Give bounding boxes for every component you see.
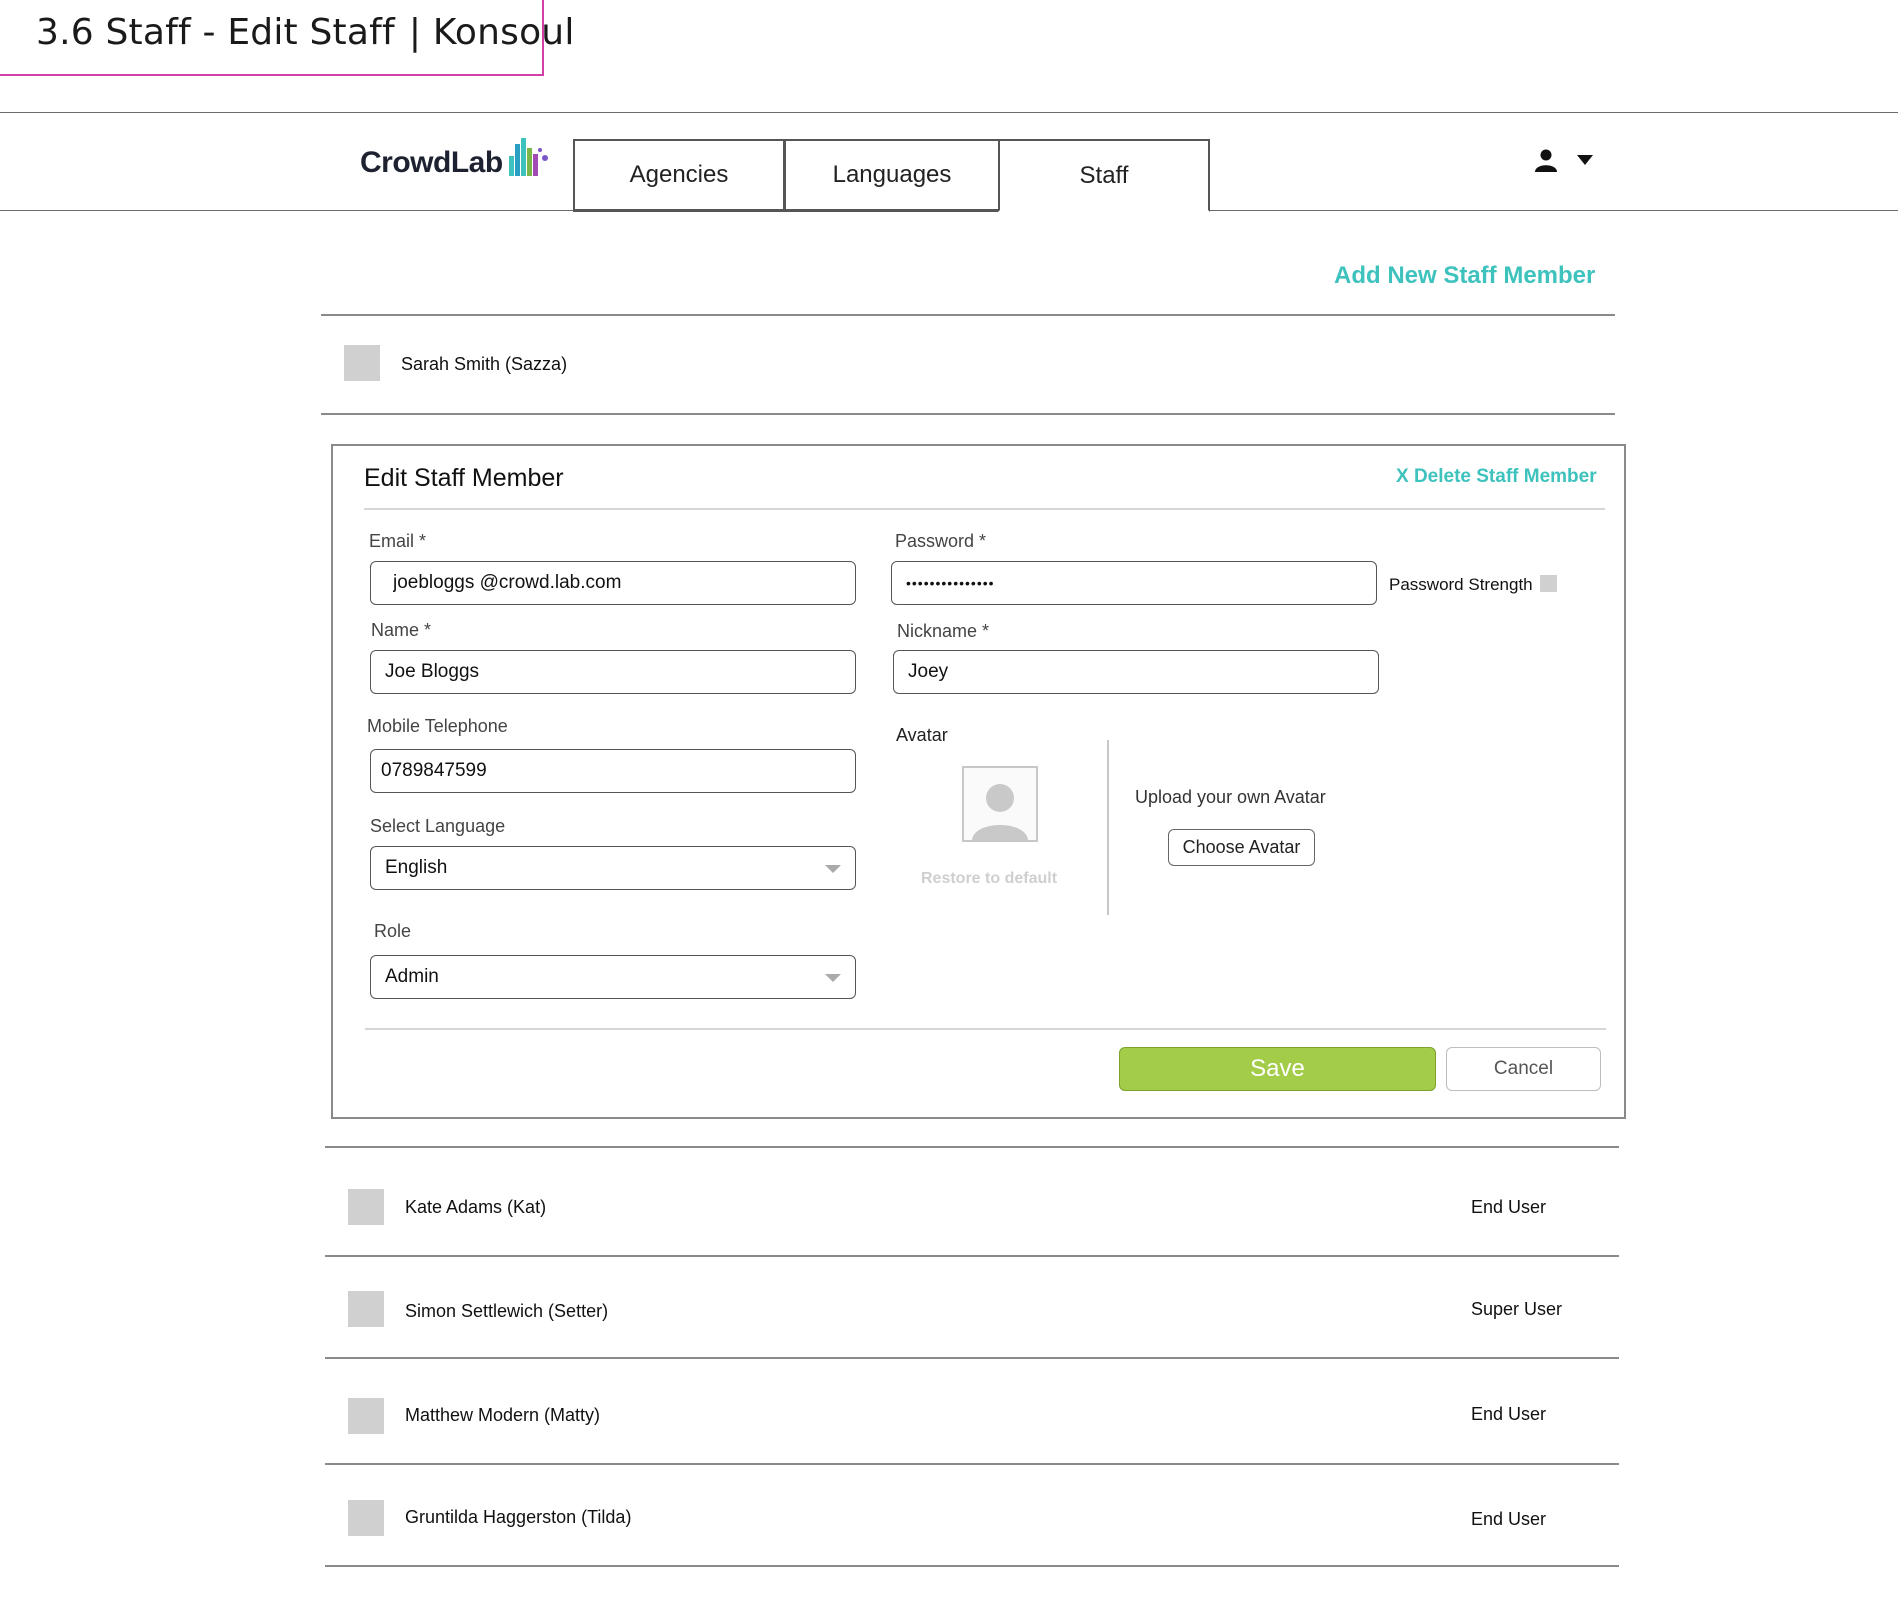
staff-row-checkbox[interactable] bbox=[348, 1500, 384, 1536]
password-strength-indicator bbox=[1540, 575, 1557, 592]
tab-languages[interactable]: Languages bbox=[784, 139, 1000, 212]
cancel-button[interactable]: Cancel bbox=[1446, 1047, 1601, 1091]
role-select-value: Admin bbox=[385, 966, 439, 987]
mobile-label: Mobile Telephone bbox=[367, 716, 508, 736]
panel-footer-divider bbox=[365, 1028, 1606, 1030]
page-caption-title: 3.6 Staff - Edit Staff bbox=[36, 12, 395, 53]
tab-staff[interactable]: Staff bbox=[998, 139, 1210, 212]
email-label: Email * bbox=[369, 531, 427, 551]
staff-row-checkbox[interactable] bbox=[348, 1189, 384, 1225]
role-label: Role bbox=[374, 921, 412, 941]
selected-staff-name: Sarah Smith (Sazza) bbox=[401, 354, 568, 374]
logo-text: CrowdLab bbox=[360, 146, 503, 179]
avatar-preview bbox=[962, 766, 1038, 842]
nickname-field[interactable] bbox=[893, 650, 1379, 694]
list-divider bbox=[325, 1565, 1619, 1567]
header-bottom-divider bbox=[0, 210, 573, 211]
user-icon bbox=[1535, 149, 1557, 172]
avatar-label: Avatar bbox=[896, 725, 948, 745]
name-field[interactable] bbox=[370, 650, 856, 694]
crowdlab-logo[interactable]: CrowdLab bbox=[360, 136, 551, 178]
role-select[interactable]: Admin bbox=[370, 955, 856, 999]
add-staff-button[interactable]: Add New Staff Member bbox=[1334, 262, 1595, 290]
staff-row-checkbox[interactable] bbox=[348, 1398, 384, 1434]
page-caption-client: | Konsoul bbox=[408, 12, 575, 53]
language-label: Select Language bbox=[370, 816, 506, 836]
avatar-divider bbox=[1107, 740, 1109, 915]
nickname-label: Nickname * bbox=[897, 621, 990, 641]
caret-down-icon bbox=[1577, 155, 1593, 165]
mobile-field[interactable] bbox=[370, 749, 856, 793]
list-divider bbox=[325, 1357, 1619, 1359]
staff-row-name: Gruntilda Haggerston (Tilda) bbox=[405, 1507, 632, 1527]
staff-row-role: End User bbox=[1471, 1197, 1547, 1217]
save-button[interactable]: Save bbox=[1119, 1047, 1436, 1091]
restore-default-avatar-link[interactable]: Restore to default bbox=[921, 870, 1057, 888]
page-caption: 3.6 Staff - Edit Staff | Konsoul bbox=[36, 12, 575, 53]
list-divider bbox=[321, 413, 1615, 415]
name-label: Name * bbox=[371, 620, 432, 640]
panel-header-divider bbox=[364, 508, 1605, 510]
staff-row-role: End User bbox=[1471, 1404, 1547, 1424]
staff-row-name: Matthew Modern (Matty) bbox=[405, 1405, 601, 1425]
language-select-value: English bbox=[385, 857, 448, 878]
list-divider bbox=[325, 1255, 1619, 1257]
panel-title: Edit Staff Member bbox=[364, 464, 564, 492]
email-field[interactable] bbox=[370, 561, 856, 605]
choose-avatar-button[interactable]: Choose Avatar bbox=[1168, 829, 1315, 866]
chevron-down-icon bbox=[825, 974, 841, 982]
user-menu[interactable] bbox=[1534, 148, 1594, 172]
staff-row-role: Super User bbox=[1471, 1299, 1563, 1319]
list-top-divider bbox=[321, 314, 1615, 316]
list-divider bbox=[325, 1146, 1619, 1148]
staff-row-checkbox[interactable] bbox=[348, 1291, 384, 1327]
default-avatar-icon bbox=[964, 768, 1036, 840]
tab-agencies[interactable]: Agencies bbox=[573, 139, 785, 212]
language-select[interactable]: English bbox=[370, 846, 856, 890]
password-field[interactable] bbox=[891, 561, 1377, 605]
password-strength-label: Password Strength bbox=[1389, 575, 1533, 594]
header-bottom-divider-right bbox=[1210, 210, 1898, 211]
logo-bars-icon bbox=[508, 138, 548, 176]
upload-avatar-label: Upload your own Avatar bbox=[1135, 787, 1326, 807]
staff-row-name: Kate Adams (Kat) bbox=[405, 1197, 547, 1217]
password-label: Password * bbox=[895, 531, 987, 551]
header-top-divider bbox=[0, 112, 1898, 113]
list-divider bbox=[325, 1463, 1619, 1465]
staff-row-checkbox[interactable] bbox=[344, 345, 380, 381]
chevron-down-icon bbox=[825, 865, 841, 873]
staff-row-name: Simon Settlewich (Setter) bbox=[405, 1301, 609, 1321]
staff-row-role: End User bbox=[1471, 1509, 1547, 1529]
delete-staff-button[interactable]: X Delete Staff Member bbox=[1396, 466, 1597, 488]
